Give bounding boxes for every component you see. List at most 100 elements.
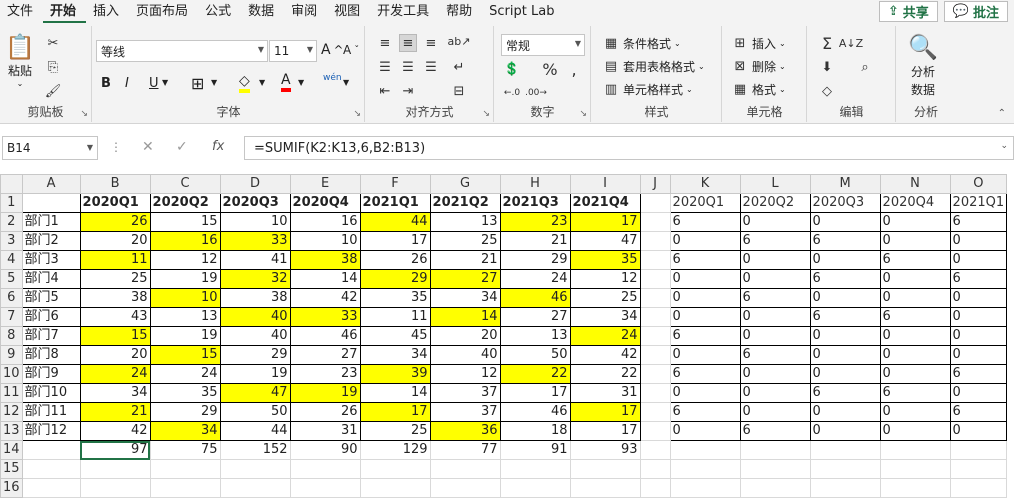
chevron-down-icon[interactable]: ▼ — [259, 78, 265, 87]
row-header[interactable]: 14 — [0, 440, 23, 460]
tab-1[interactable]: 开始 — [43, 1, 87, 23]
cell[interactable] — [669, 478, 741, 498]
dept-name-cell[interactable]: 部门9 — [21, 364, 81, 384]
cell[interactable] — [639, 421, 671, 441]
value-cell[interactable]: 35 — [569, 250, 641, 270]
value-cell[interactable]: 42 — [289, 288, 361, 308]
helper-cell[interactable]: 0 — [879, 402, 951, 422]
chevron-down-icon[interactable]: ▼ — [162, 78, 168, 87]
share-button[interactable]: ⇪ 共享 — [878, 1, 938, 22]
value-cell[interactable]: 14 — [289, 269, 361, 289]
value-cell[interactable]: 17 — [499, 383, 571, 403]
dept-name-cell[interactable]: 部门4 — [21, 269, 81, 289]
helper-cell[interactable]: 0 — [879, 345, 951, 365]
row-header[interactable]: 11 — [0, 383, 23, 403]
helper-cell[interactable]: 0 — [739, 212, 811, 232]
cell[interactable] — [569, 478, 641, 498]
tab-7[interactable]: 视图 — [327, 1, 370, 23]
font-name-select[interactable]: 等线 ▼ — [96, 40, 268, 62]
helper-cell[interactable]: 0 — [739, 364, 811, 384]
helper-header[interactable]: 2020Q2 — [739, 193, 811, 213]
helper-cell[interactable]: 0 — [739, 269, 811, 289]
row-header[interactable]: 15 — [0, 459, 23, 479]
align-left-icon[interactable]: ☰ — [376, 58, 394, 76]
value-cell[interactable]: 40 — [219, 326, 291, 346]
comma-style-icon[interactable]: , — [565, 60, 583, 79]
column-header[interactable]: F — [359, 174, 431, 194]
helper-cell[interactable]: 0 — [669, 231, 741, 251]
helper-cell[interactable]: 6 — [809, 231, 881, 251]
value-cell[interactable]: 14 — [359, 383, 431, 403]
align-center-icon[interactable]: ☰ — [399, 58, 417, 76]
fill-icon[interactable]: ⬇ — [818, 58, 836, 76]
helper-cell[interactable]: 0 — [809, 364, 881, 384]
italic-button[interactable]: I — [125, 76, 129, 91]
dept-name-cell[interactable]: 部门8 — [21, 345, 81, 365]
helper-cell[interactable]: 0 — [949, 250, 1008, 270]
value-cell[interactable]: 47 — [219, 383, 291, 403]
value-cell[interactable]: 32 — [219, 269, 291, 289]
dept-name-cell[interactable]: 部门1 — [21, 212, 81, 232]
number-format-select[interactable]: 常规 ▼ — [501, 34, 585, 56]
fill-color-icon[interactable]: ◇ — [239, 73, 250, 93]
helper-cell[interactable]: 0 — [949, 383, 1008, 403]
cell[interactable] — [879, 459, 951, 479]
column-header[interactable]: G — [429, 174, 501, 194]
value-cell[interactable]: 40 — [219, 307, 291, 327]
helper-cell[interactable]: 0 — [669, 383, 741, 403]
value-cell[interactable]: 24 — [569, 326, 641, 346]
value-cell[interactable]: 15 — [149, 212, 221, 232]
value-cell[interactable]: 13 — [149, 307, 221, 327]
cell[interactable] — [639, 402, 671, 422]
value-cell[interactable]: 34 — [149, 421, 221, 441]
helper-header[interactable]: 2021Q1 — [949, 193, 1008, 213]
helper-cell[interactable]: 0 — [809, 421, 881, 441]
conditional-formatting-button[interactable]: ▦ 条件格式 ⌄ — [602, 34, 681, 52]
value-cell[interactable]: 29 — [499, 250, 571, 270]
column-header[interactable]: B — [79, 174, 151, 194]
value-cell[interactable]: 12 — [429, 364, 501, 384]
value-cell[interactable]: 24 — [149, 364, 221, 384]
launcher-icon[interactable]: ↘ — [579, 109, 587, 119]
increase-font-icon[interactable]: A ^ — [321, 42, 343, 58]
find-select-icon[interactable]: ⌕ — [856, 58, 874, 76]
column-header[interactable]: I — [569, 174, 641, 194]
borders-icon[interactable]: ⊞ — [191, 74, 204, 93]
value-cell[interactable]: 42 — [79, 421, 151, 441]
helper-cell[interactable]: 0 — [809, 345, 881, 365]
helper-cell[interactable]: 0 — [809, 250, 881, 270]
value-cell[interactable]: 34 — [79, 383, 151, 403]
total-cell[interactable]: 75 — [149, 440, 221, 460]
value-cell[interactable]: 11 — [79, 250, 151, 270]
value-cell[interactable]: 29 — [149, 402, 221, 422]
row-header[interactable]: 3 — [0, 231, 23, 251]
value-cell[interactable]: 18 — [499, 421, 571, 441]
cancel-icon[interactable]: ✕ — [142, 139, 154, 155]
dept-name-cell[interactable]: 部门12 — [21, 421, 81, 441]
column-header[interactable]: J — [639, 174, 671, 194]
value-cell[interactable]: 19 — [219, 364, 291, 384]
value-cell[interactable]: 16 — [149, 231, 221, 251]
value-cell[interactable]: 40 — [429, 345, 501, 365]
value-cell[interactable]: 43 — [79, 307, 151, 327]
total-cell[interactable]: 90 — [289, 440, 361, 460]
helper-cell[interactable]: 0 — [669, 288, 741, 308]
value-cell[interactable]: 15 — [79, 326, 151, 346]
value-cell[interactable]: 22 — [499, 364, 571, 384]
column-header[interactable]: N — [879, 174, 951, 194]
decrease-indent-icon[interactable]: ⇤ — [376, 82, 394, 100]
helper-cell[interactable]: 0 — [949, 421, 1008, 441]
value-cell[interactable]: 37 — [429, 402, 501, 422]
decrease-font-icon[interactable]: Aˇ — [343, 43, 359, 57]
column-header[interactable]: O — [949, 174, 1008, 194]
column-header[interactable]: L — [739, 174, 811, 194]
helper-cell[interactable]: 0 — [809, 326, 881, 346]
cell[interactable] — [809, 440, 881, 460]
bold-button[interactable]: B — [101, 76, 111, 91]
value-cell[interactable]: 23 — [499, 212, 571, 232]
helper-cell[interactable]: 0 — [739, 307, 811, 327]
launcher-icon[interactable]: ↘ — [353, 109, 361, 119]
helper-cell[interactable]: 6 — [739, 231, 811, 251]
quarter-header[interactable]: 2021Q3 — [499, 193, 571, 213]
chevron-down-icon[interactable]: ▼ — [343, 78, 349, 87]
